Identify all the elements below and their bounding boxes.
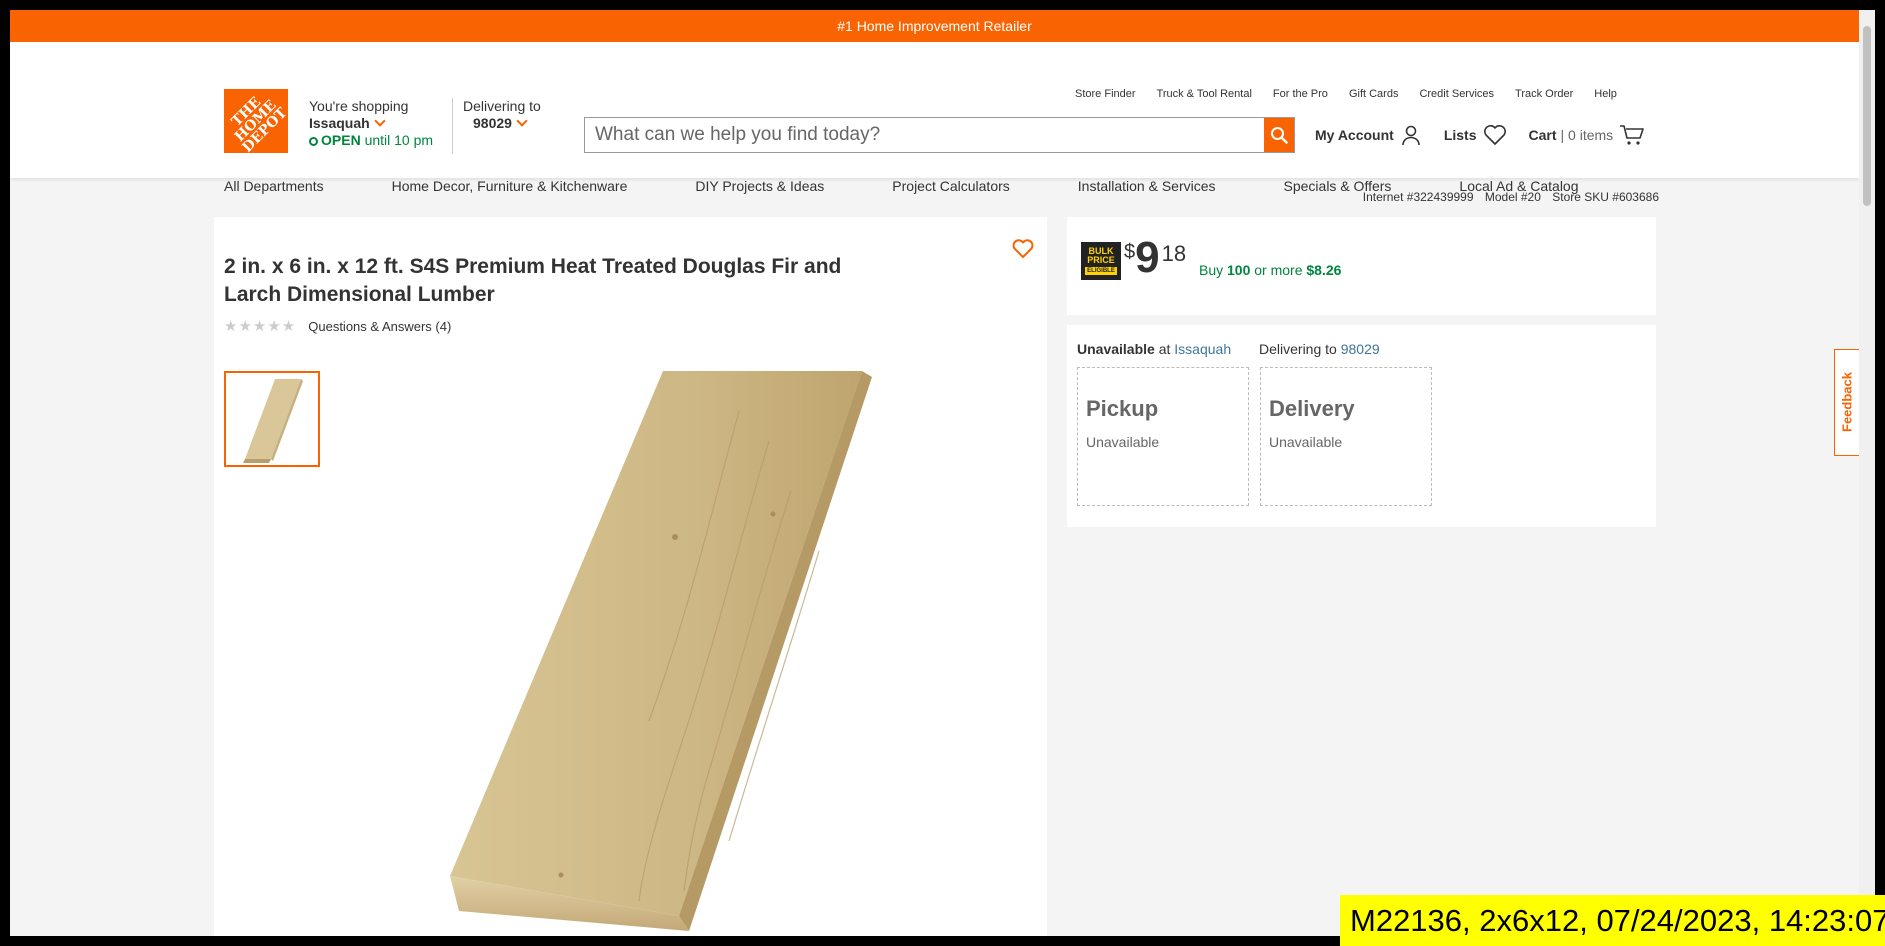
open-status-icon xyxy=(309,137,318,146)
account-actions: My Account Lists Cart | 0 items xyxy=(1315,124,1667,146)
scrollbar-thumb[interactable] xyxy=(1863,26,1871,206)
util-link-gift-cards[interactable]: Gift Cards xyxy=(1349,88,1399,100)
cart-count: | 0 items xyxy=(1560,127,1614,143)
pickup-title: Pickup xyxy=(1086,396,1159,421)
store-label: You're shopping xyxy=(309,98,409,114)
home-depot-logo[interactable]: THE HOME DEPOT xyxy=(224,89,290,155)
utility-nav: Store Finder Truck & Tool Rental For the… xyxy=(1075,88,1638,100)
browser-viewport: #1 Home Improvement Retailer THE HOME DE… xyxy=(10,10,1859,936)
nav-project-calculators[interactable]: Project Calculators xyxy=(892,178,1010,194)
util-link-store-finder[interactable]: Store Finder xyxy=(1075,88,1136,100)
lists-label: Lists xyxy=(1443,127,1477,143)
store-sku: Store SKU #603686 xyxy=(1552,190,1659,204)
my-account-button[interactable]: My Account xyxy=(1315,124,1422,146)
model-number: Model #20 xyxy=(1484,190,1541,204)
rating-row: ★★★★★ Questions & Answers (4) xyxy=(224,317,451,335)
star-rating[interactable]: ★★★★★ xyxy=(224,317,296,335)
store-hours: until 10 pm xyxy=(364,132,434,148)
delivery-status: Unavailable xyxy=(1269,434,1343,450)
pickup-status: Unavailable xyxy=(1086,434,1160,450)
product-thumbnail[interactable] xyxy=(224,371,320,467)
availability-status: Unavailable xyxy=(1077,341,1155,357)
logo-text: THE HOME DEPOT xyxy=(228,93,291,156)
delivery-title: Delivery xyxy=(1269,396,1355,421)
chevron-down-icon[interactable] xyxy=(374,115,386,127)
bulk-prefix: Buy xyxy=(1199,262,1224,278)
lumber-board-image xyxy=(450,371,872,931)
bulk-badge-line2: PRICE xyxy=(1087,255,1115,265)
util-link-for-the-pro[interactable]: For the Pro xyxy=(1273,88,1328,100)
search-icon xyxy=(1271,127,1288,144)
my-account-label: My Account xyxy=(1315,127,1394,143)
lists-button[interactable]: Lists xyxy=(1444,124,1507,146)
heart-icon xyxy=(1012,239,1034,258)
price-card: BULK PRICE ELIGIBLE $ 9 18 Buy 100 or mo… xyxy=(1067,217,1656,315)
pickup-option[interactable]: Pickup Unavailable xyxy=(1077,367,1249,506)
heart-icon xyxy=(1483,125,1506,145)
questions-answers-link[interactable]: Questions & Answers (4) xyxy=(308,319,451,334)
lumber-thumbnail-image xyxy=(243,379,303,463)
util-link-track-order[interactable]: Track Order xyxy=(1515,88,1573,100)
store-name[interactable]: Issaquah xyxy=(309,115,370,131)
availability-at: at xyxy=(1158,341,1171,357)
delivery-availability: Delivering to 98029 xyxy=(1259,341,1380,357)
promo-banner[interactable]: #1 Home Improvement Retailer xyxy=(10,10,1859,42)
feedback-tab[interactable]: Feedback xyxy=(1834,349,1859,456)
product-title: 2 in. x 6 in. x 12 ft. S4S Premium Heat … xyxy=(224,255,842,306)
nav-all-departments[interactable]: All Departments xyxy=(224,178,324,194)
cart-label: Cart xyxy=(1528,127,1557,143)
site-header: THE HOME DEPOT You're shopping Issaquah … xyxy=(10,42,1859,194)
product-identifiers: Internet #322439999 Model #20 Store SKU … xyxy=(1355,190,1659,204)
product-price: $ 9 18 xyxy=(1124,235,1186,281)
bulk-badge-line3: ELIGIBLE xyxy=(1085,267,1117,275)
chevron-down-icon[interactable] xyxy=(516,115,528,127)
bulk-price: $8.26 xyxy=(1306,262,1342,278)
delivery-zip-link[interactable]: 98029 xyxy=(1341,341,1380,357)
delivery-zip-selector[interactable]: Delivering to 98029 xyxy=(463,98,541,132)
page-scrollbar[interactable] xyxy=(1859,10,1875,936)
store-status: OPEN xyxy=(321,132,361,148)
delivering-to-label: Delivering to xyxy=(1259,341,1337,357)
store-availability: Unavailable at Issaquah xyxy=(1077,341,1231,357)
capture-stamp: M22136, 2x6x12, 07/24/2023, 14:23:07 xyxy=(1340,895,1885,946)
search-bar xyxy=(584,117,1295,153)
delivery-zip[interactable]: 98029 xyxy=(473,115,512,131)
bulk-mid: or more xyxy=(1254,262,1303,278)
user-icon xyxy=(1402,125,1420,146)
nav-diy-projects[interactable]: DIY Projects & Ideas xyxy=(695,178,824,194)
price-dollars: 9 xyxy=(1135,233,1160,282)
util-link-truck-tool-rental[interactable]: Truck & Tool Rental xyxy=(1157,88,1252,100)
store-selector[interactable]: You're shopping Issaquah OPEN until 10 p… xyxy=(309,98,433,149)
availability-store-link[interactable]: Issaquah xyxy=(1174,341,1231,357)
bulk-offer: Buy 100 or more $8.26 xyxy=(1199,262,1341,278)
promo-text[interactable]: #1 Home Improvement Retailer xyxy=(837,18,1032,34)
save-to-list-button[interactable] xyxy=(1012,239,1034,264)
nav-home-decor[interactable]: Home Decor, Furniture & Kitchenware xyxy=(392,178,628,194)
delivery-label: Delivering to xyxy=(463,98,541,114)
cart-button[interactable]: Cart | 0 items xyxy=(1529,124,1646,146)
cart-icon xyxy=(1620,125,1644,145)
search-button[interactable] xyxy=(1264,118,1294,152)
bulk-quantity: 100 xyxy=(1227,262,1251,278)
product-media-card: 2 in. x 6 in. x 12 ft. S4S Premium Heat … xyxy=(214,217,1047,936)
capture-stamp-text: M22136, 2x6x12, 07/24/2023, 14:23:07 xyxy=(1350,902,1885,938)
price-currency: $ xyxy=(1124,241,1136,263)
internet-number: Internet #322439999 xyxy=(1362,190,1474,204)
fulfillment-card: Unavailable at Issaquah Delivering to 98… xyxy=(1067,325,1656,527)
header-divider xyxy=(452,98,453,154)
bulk-price-badge: BULK PRICE ELIGIBLE xyxy=(1081,242,1121,280)
product-main-image[interactable] xyxy=(439,371,879,936)
delivery-option[interactable]: Delivery Unavailable xyxy=(1260,367,1432,506)
nav-installation-services[interactable]: Installation & Services xyxy=(1078,178,1216,194)
price-cents: 18 xyxy=(1161,241,1187,266)
util-link-credit-services[interactable]: Credit Services xyxy=(1419,88,1494,100)
util-link-help[interactable]: Help xyxy=(1594,88,1617,100)
search-input[interactable] xyxy=(585,118,1264,152)
feedback-label: Feedback xyxy=(1839,372,1855,433)
